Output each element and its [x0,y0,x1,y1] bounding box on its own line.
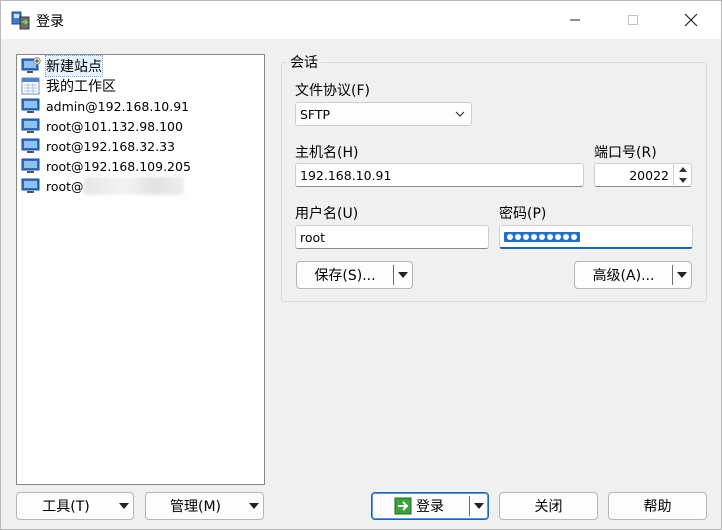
password-dot [531,233,537,240]
login-dialog: 登录 新建站点 我的工作区 admin@192.168.10.91 root@1… [0,0,722,530]
site-tree-item-site[interactable]: root@101.132.98.100 [21,116,183,136]
caret-down-icon [677,272,687,278]
site-tree-item-site[interactable]: root@ [21,176,184,196]
site-tree-item-site[interactable]: root@192.168.109.205 [21,156,191,176]
save-dropdown-arrow[interactable] [394,272,412,278]
help-button[interactable]: 帮助 [608,492,707,520]
site-tree-item-label: 我的工作区 [46,79,116,95]
maximize-icon [628,15,638,25]
workspace-icon [21,77,40,95]
site-tree-item-new-site[interactable]: 新建站点 [21,55,103,77]
computer-icon [21,178,40,193]
computer-icon [21,138,40,153]
close-window-button[interactable] [663,1,719,39]
computer-icon [21,118,40,133]
site-tree-item-site[interactable]: admin@192.168.10.91 [21,96,189,116]
login-icon [394,497,412,515]
username-label: 用户名(U) [295,206,359,222]
advanced-dropdown-arrow[interactable] [673,272,691,278]
minimize-button[interactable] [547,1,603,39]
close-button[interactable]: 关闭 [499,492,598,520]
password-masked-value [504,231,580,242]
manage-button[interactable]: 管理(M) [145,492,264,520]
login-dropdown-arrow[interactable] [470,503,488,509]
advanced-button-label: 高级(A)... [592,268,655,284]
password-dot [547,233,553,240]
login-button-label: 登录 [416,499,444,515]
site-tree-item-label: root@ [46,178,84,194]
new-site-icon [21,57,41,73]
help-button-label: 帮助 [643,499,672,515]
host-input-value: 192.168.10.91 [300,167,392,183]
password-dot [515,233,521,240]
session-group-title: 会话 [287,52,321,72]
title-bar[interactable]: 登录 [1,1,721,39]
protocol-label: 文件协议(F) [295,83,370,99]
protocol-select-value: SFTP [300,106,331,122]
site-tree-item-label: root@192.168.109.205 [46,158,191,174]
minimize-icon [570,19,580,21]
password-input[interactable] [499,225,693,249]
port-label: 端口号(R) [594,145,657,161]
host-label: 主机名(H) [295,145,359,161]
site-tree-item-label: root@192.168.32.33 [46,138,176,154]
port-spinner[interactable] [673,164,691,188]
redacted-host [83,177,184,195]
chevron-down-icon [455,111,465,117]
window-title: 登录 [36,14,64,30]
port-input-value: 20022 [629,167,669,183]
tools-dropdown-arrow[interactable] [115,503,133,509]
close-button-label: 关闭 [534,499,563,515]
computer-icon [21,98,40,113]
username-input-value: root [300,229,326,245]
maximize-button[interactable] [605,1,661,39]
site-tree-item-label: admin@192.168.10.91 [46,98,190,114]
caret-down-icon [398,272,408,278]
host-input[interactable]: 192.168.10.91 [295,163,584,187]
site-tree[interactable]: 新建站点 我的工作区 admin@192.168.10.91 root@101.… [16,54,265,485]
site-tree-item-label: root@101.132.98.100 [46,118,183,134]
password-dot [539,233,545,240]
login-button[interactable]: 登录 [371,492,489,520]
caret-down-icon [249,503,259,509]
save-button-label: 保存(S)... [314,268,376,284]
manage-button-label: 管理(M) [169,499,221,515]
spin-up-icon[interactable] [674,164,692,175]
caret-down-icon [119,503,129,509]
spin-down-icon[interactable] [674,175,692,186]
password-dot [523,233,529,240]
password-dot [571,233,577,240]
tools-button-label: 工具(T) [42,499,90,515]
password-dot [555,233,561,240]
protocol-select[interactable]: SFTP [295,102,472,126]
save-button[interactable]: 保存(S)... [296,261,413,289]
password-dot [507,233,513,240]
username-input[interactable]: root [295,225,489,249]
caret-down-icon [474,503,484,509]
site-tree-item-workspace[interactable]: 我的工作区 [21,76,116,96]
password-dot [563,233,569,240]
computer-icon [21,158,40,173]
close-icon [684,13,698,27]
manage-dropdown-arrow[interactable] [245,503,263,509]
site-tree-item-site[interactable]: root@192.168.32.33 [21,136,175,156]
advanced-button[interactable]: 高级(A)... [574,261,692,289]
winscp-app-icon [11,11,30,30]
tools-button[interactable]: 工具(T) [16,492,134,520]
site-tree-item-label: 新建站点 [45,55,103,77]
password-label: 密码(P) [499,206,547,222]
